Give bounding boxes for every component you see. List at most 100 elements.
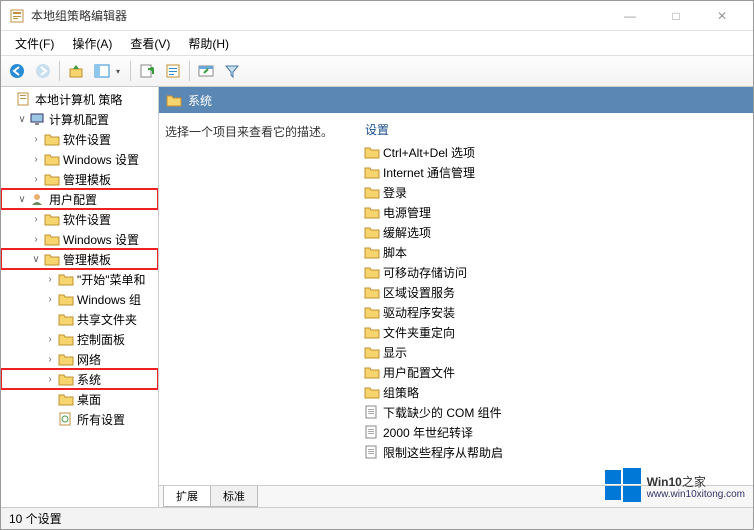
menu-file[interactable]: 文件(F) (7, 33, 62, 54)
list-item[interactable]: 组策略 (359, 382, 753, 402)
tree-label: Windows 设置 (63, 231, 145, 248)
user-icon (30, 192, 46, 206)
expand-icon[interactable]: › (43, 274, 57, 285)
tree-computer-config[interactable]: ∨ 计算机配置 (1, 109, 158, 129)
folder-icon (44, 172, 60, 186)
expand-icon[interactable]: › (29, 234, 43, 245)
expand-icon[interactable]: › (43, 334, 57, 345)
tree-item[interactable]: ›网络 (1, 349, 158, 369)
tree-root[interactable]: 本地计算机 策略 (1, 89, 158, 109)
statusbar: 10 个设置 (1, 507, 753, 529)
collapse-icon[interactable]: ∨ (15, 194, 29, 205)
settings-header[interactable]: 设置 (359, 121, 753, 142)
refresh-button[interactable] (161, 59, 185, 83)
list-item[interactable]: 脚本 (359, 242, 753, 262)
folder-icon (364, 205, 380, 219)
list-item[interactable]: 文件夹重定向 (359, 322, 753, 342)
expand-icon[interactable]: › (29, 214, 43, 225)
setting-icon (364, 405, 380, 419)
menu-action[interactable]: 操作(A) (64, 33, 120, 54)
tree-label: Windows 组 (77, 291, 147, 308)
list-item[interactable]: 显示 (359, 342, 753, 362)
list-item[interactable]: 2000 年世纪转译 (359, 422, 753, 442)
settings-list[interactable]: 设置 Ctrl+Alt+Del 选项Internet 通信管理登录电源管理缓解选… (359, 115, 753, 485)
tree-item[interactable]: ›软件设置 (1, 209, 158, 229)
folder-icon (44, 232, 60, 246)
tree-item[interactable]: › Windows 设置 (1, 229, 158, 249)
properties-button[interactable] (194, 59, 218, 83)
list-item[interactable]: Internet 通信管理 (359, 162, 753, 182)
tab-extended[interactable]: 扩展 (163, 486, 211, 507)
tree-item[interactable]: ›管理模板 (1, 169, 158, 189)
tree-label: 所有设置 (77, 411, 131, 428)
tree-label: 软件设置 (63, 131, 117, 148)
minimize-button[interactable]: — (607, 1, 653, 31)
folder-icon (58, 272, 74, 286)
folder-icon (364, 165, 380, 179)
tree-item[interactable]: 共享文件夹 (1, 309, 158, 329)
list-item[interactable]: 登录 (359, 182, 753, 202)
list-item[interactable]: 用户配置文件 (359, 362, 753, 382)
list-item[interactable]: Ctrl+Alt+Del 选项 (359, 142, 753, 162)
export-button[interactable] (135, 59, 159, 83)
tree-item[interactable]: 所有设置 (1, 409, 158, 429)
tree-item[interactable]: › 软件设置 (1, 129, 158, 149)
folder-icon (58, 392, 74, 406)
tree-item[interactable]: ›"开始"菜单和 (1, 269, 158, 289)
list-item-label: 组策略 (383, 384, 425, 401)
menu-view[interactable]: 查看(V) (122, 33, 178, 54)
show-hide-tree-button[interactable] (90, 59, 114, 83)
tree-pane[interactable]: 本地计算机 策略 ∨ 计算机配置 › 软件设置 › Windows 设置 ›管理模板… (1, 87, 159, 507)
list-item[interactable]: 可移动存储访问 (359, 262, 753, 282)
up-button[interactable] (64, 59, 88, 83)
expand-icon[interactable]: › (43, 354, 57, 365)
list-item[interactable]: 限制这些程序从帮助启 (359, 442, 753, 462)
tab-standard[interactable]: 标准 (210, 486, 258, 507)
expand-icon[interactable]: › (43, 374, 57, 385)
tree-label: 计算机配置 (49, 111, 115, 128)
toolbar: ▾ (1, 55, 753, 87)
menu-help[interactable]: 帮助(H) (180, 33, 237, 54)
list-item-label: 电源管理 (383, 204, 437, 221)
list-item[interactable]: 缓解选项 (359, 222, 753, 242)
tree-user-config[interactable]: ∨ 用户配置 (1, 189, 158, 209)
expand-icon[interactable]: › (29, 154, 43, 165)
maximize-button[interactable]: □ (653, 1, 699, 31)
folder-icon (58, 372, 74, 386)
collapse-icon[interactable]: ∨ (29, 254, 43, 265)
tree-item[interactable]: › Windows 组 (1, 289, 158, 309)
filter-button[interactable] (220, 59, 244, 83)
tree-item[interactable]: › Windows 设置 (1, 149, 158, 169)
list-item-label: 脚本 (383, 244, 413, 261)
expand-icon[interactable]: › (29, 174, 43, 185)
collapse-icon[interactable]: ∨ (15, 114, 29, 125)
description-text: 选择一个项目来查看它的描述。 (165, 123, 353, 140)
tree-item[interactable]: ›控制面板 (1, 329, 158, 349)
description-column: 选择一个项目来查看它的描述。 (159, 115, 359, 485)
forward-button[interactable] (31, 59, 55, 83)
content-title: 系统 (188, 92, 212, 109)
tree-admin-templates[interactable]: ∨ 管理模板 (1, 249, 158, 269)
list-item[interactable]: 电源管理 (359, 202, 753, 222)
tree-item[interactable]: 桌面 (1, 389, 158, 409)
expand-icon[interactable]: › (29, 134, 43, 145)
menubar: 文件(F) 操作(A) 查看(V) 帮助(H) (1, 31, 753, 55)
tree-system[interactable]: › 系统 (1, 369, 158, 389)
list-item[interactable]: 下载缺少的 COM 组件 (359, 402, 753, 422)
expand-icon[interactable]: › (43, 294, 57, 305)
back-button[interactable] (5, 59, 29, 83)
toolbar-separator (189, 61, 190, 81)
setting-icon (364, 445, 380, 459)
tree-label: 桌面 (77, 391, 107, 408)
policy-icon (16, 92, 32, 106)
list-item[interactable]: 区域设置服务 (359, 282, 753, 302)
folder-icon (364, 385, 380, 399)
toolbar-dropdown[interactable]: ▾ (116, 67, 126, 76)
tree-label: Windows 设置 (63, 151, 145, 168)
list-item[interactable]: 驱动程序安装 (359, 302, 753, 322)
view-tabs: 扩展 标准 (159, 485, 753, 507)
status-text: 10 个设置 (9, 510, 62, 527)
folder-icon (44, 252, 60, 266)
folder-icon (364, 185, 380, 199)
close-button[interactable]: ✕ (699, 1, 745, 31)
